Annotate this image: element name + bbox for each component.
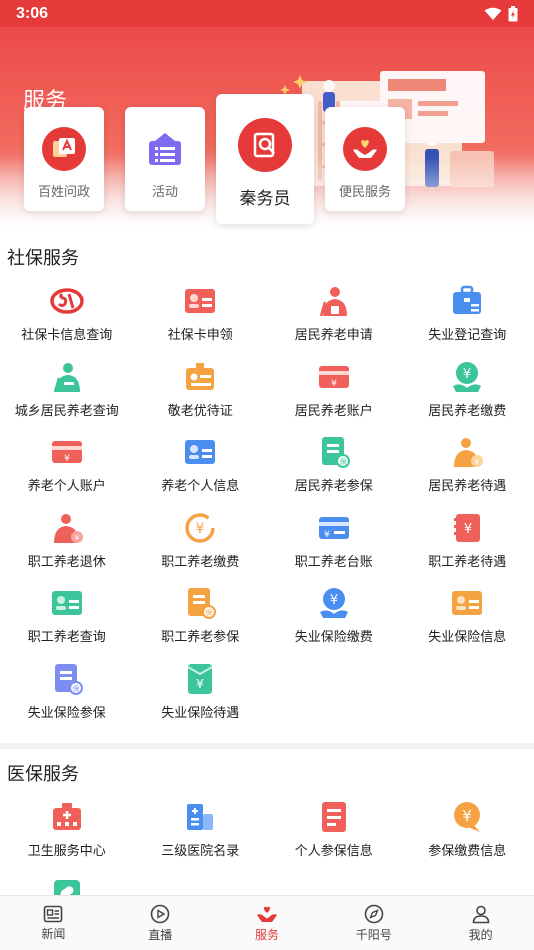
social-service-grid: 社保卡信息查询 社保卡申领 居民养老申请 失业登记查询 城乡居民养老查询 敬老优… bbox=[0, 280, 534, 733]
service-heart-icon bbox=[256, 906, 277, 922]
svg-text:¥: ¥ bbox=[196, 677, 204, 691]
coin-hand-icon: ¥ bbox=[453, 361, 482, 392]
quick-link-label: 便民服务 bbox=[338, 184, 391, 199]
service-item[interactable]: ¥ 职工养老缴费 bbox=[134, 507, 268, 583]
service-item[interactable]: ¥ 职工养老退休 bbox=[0, 507, 134, 583]
hospital-icon bbox=[187, 804, 214, 830]
service-item[interactable]: 保 居民养老参保 bbox=[267, 431, 401, 507]
bottom-tab-bar: 新闻 直播 服务 千阳号 我的 bbox=[0, 895, 534, 950]
svg-text:保: 保 bbox=[339, 457, 346, 466]
compass-icon bbox=[364, 904, 384, 923]
svg-text:¥: ¥ bbox=[475, 458, 480, 466]
search-doc-icon bbox=[238, 118, 292, 172]
live-play-icon bbox=[150, 904, 170, 923]
elderly-cane-icon bbox=[53, 362, 80, 392]
battery-icon bbox=[508, 5, 518, 21]
wifi-icon bbox=[484, 7, 502, 20]
section-divider bbox=[0, 743, 534, 749]
tab-service[interactable]: 服务 bbox=[214, 896, 321, 950]
service-item[interactable]: ¥ 居民养老待遇 bbox=[401, 431, 534, 507]
svg-text:保: 保 bbox=[206, 608, 213, 617]
quick-link-qinwuyuan[interactable]: 秦务员 bbox=[216, 94, 314, 224]
svg-text:¥: ¥ bbox=[463, 367, 471, 382]
yuan-refresh-icon: ¥ bbox=[185, 512, 215, 543]
service-item[interactable]: ¥ 失业保险缴费 bbox=[267, 582, 401, 658]
quick-link-label: 秦务员 bbox=[239, 189, 291, 208]
section-title-social: 社保服务 bbox=[7, 248, 79, 268]
svg-text:保: 保 bbox=[72, 684, 79, 693]
activity-icon bbox=[143, 127, 187, 171]
svg-text:¥: ¥ bbox=[330, 593, 338, 608]
certificate-icon bbox=[186, 362, 215, 390]
svg-text:¥: ¥ bbox=[196, 521, 205, 537]
yuan-hand-icon: ¥ bbox=[319, 588, 348, 618]
unemploy-insure-doc-icon: 保 bbox=[54, 663, 83, 695]
news-icon bbox=[44, 905, 63, 922]
service-item[interactable]: 个人参保信息 bbox=[267, 796, 401, 872]
quick-link-label: 活动 bbox=[151, 184, 178, 199]
clinic-icon bbox=[52, 803, 81, 830]
bank-card-icon: ¥ bbox=[318, 365, 349, 389]
yuan-bubble-icon: ¥ bbox=[454, 802, 481, 832]
profile-card-icon bbox=[185, 440, 216, 464]
service-item[interactable]: 职工养老查询 bbox=[0, 582, 134, 658]
info-card-icon bbox=[452, 591, 483, 615]
insurance-doc-icon: 保 bbox=[321, 437, 350, 468]
tab-qianyang[interactable]: 千阳号 bbox=[320, 896, 427, 950]
yuan-envelope-icon: ¥ bbox=[187, 663, 213, 694]
service-item[interactable]: ¥ 养老个人账户 bbox=[0, 431, 134, 507]
service-item[interactable]: ¥ 参保缴费信息 bbox=[401, 796, 534, 872]
tab-live[interactable]: 直播 bbox=[107, 896, 214, 950]
user-icon bbox=[472, 905, 489, 923]
service-item[interactable]: 居民养老申请 bbox=[267, 280, 401, 356]
social-security-logo-icon bbox=[50, 288, 84, 314]
service-item[interactable]: 三级医院名录 bbox=[134, 796, 268, 872]
document-icon bbox=[321, 802, 346, 832]
svg-text:¥: ¥ bbox=[324, 530, 330, 540]
tab-news[interactable]: 新闻 bbox=[0, 896, 107, 950]
section-title-medical: 医保服务 bbox=[7, 764, 79, 784]
service-item[interactable]: 养老个人信息 bbox=[134, 431, 268, 507]
id-card-icon bbox=[185, 289, 216, 313]
benefit-book-icon: ¥ bbox=[454, 513, 481, 542]
quick-link-petition[interactable]: 百姓问政 bbox=[24, 107, 104, 211]
svg-text:¥: ¥ bbox=[331, 379, 337, 389]
service-item[interactable]: 保 职工养老参保 bbox=[134, 582, 268, 658]
service-item[interactable]: ¥ 居民养老缴费 bbox=[401, 356, 534, 432]
elderly-benefit-icon: ¥ bbox=[454, 438, 484, 467]
tab-mine[interactable]: 我的 bbox=[427, 896, 534, 950]
ledger-card-icon: ¥ bbox=[318, 516, 349, 540]
service-item[interactable]: 社保卡信息查询 bbox=[0, 280, 134, 356]
svg-text:¥: ¥ bbox=[462, 807, 472, 825]
service-item[interactable]: ¥ 职工养老台账 bbox=[267, 507, 401, 583]
briefcase-icon bbox=[453, 285, 482, 314]
petition-icon bbox=[42, 127, 86, 171]
heart-hands-icon bbox=[343, 127, 387, 171]
elderly-person-icon bbox=[319, 287, 347, 317]
status-bar: 3:06 bbox=[0, 0, 534, 27]
service-item[interactable]: 失业保险信息 bbox=[401, 582, 534, 658]
card-account-icon: ¥ bbox=[51, 441, 82, 464]
service-item[interactable]: 城乡居民养老查询 bbox=[0, 356, 134, 432]
service-item[interactable]: 保 失业保险参保 bbox=[0, 658, 134, 734]
service-item[interactable]: ¥ 失业保险待遇 bbox=[134, 658, 268, 734]
quick-link-activity[interactable]: 活动 bbox=[125, 107, 205, 211]
clock: 3:06 bbox=[16, 4, 49, 22]
staff-card-icon bbox=[51, 591, 82, 615]
service-item[interactable]: 敬老优待证 bbox=[134, 356, 268, 432]
service-item[interactable]: 社保卡申领 bbox=[134, 280, 268, 356]
quick-link-label: 百姓问政 bbox=[37, 184, 90, 199]
svg-text:¥: ¥ bbox=[464, 522, 472, 537]
svg-text:¥: ¥ bbox=[75, 534, 80, 542]
svg-text:¥: ¥ bbox=[64, 454, 70, 464]
service-item[interactable]: ¥ 职工养老待遇 bbox=[401, 507, 534, 583]
service-item[interactable]: 失业登记查询 bbox=[401, 280, 534, 356]
staff-insure-doc-icon: 保 bbox=[188, 588, 217, 619]
quick-link-convenience[interactable]: 便民服务 bbox=[325, 107, 405, 211]
service-item[interactable]: ¥ 居民养老账户 bbox=[267, 356, 401, 432]
retire-person-icon: ¥ bbox=[53, 513, 83, 543]
service-item[interactable]: 卫生服务中心 bbox=[0, 796, 134, 872]
